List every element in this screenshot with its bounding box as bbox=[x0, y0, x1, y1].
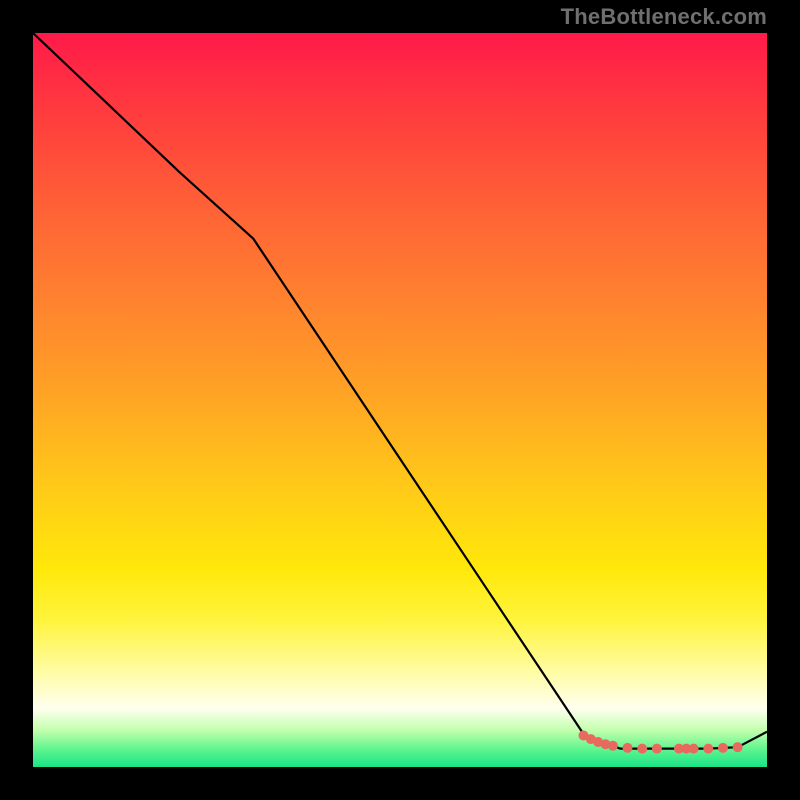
marker-point bbox=[637, 744, 647, 754]
watermark-label: TheBottleneck.com bbox=[561, 4, 767, 30]
bottleneck-curve bbox=[33, 33, 767, 749]
plot-area bbox=[33, 33, 767, 767]
marker-point bbox=[718, 743, 728, 753]
marker-point bbox=[652, 744, 662, 754]
marker-point bbox=[623, 743, 633, 753]
chart-svg bbox=[33, 33, 767, 767]
outer-frame: TheBottleneck.com bbox=[0, 0, 800, 800]
marker-point bbox=[608, 741, 618, 751]
marker-point bbox=[703, 744, 713, 754]
marker-group bbox=[579, 730, 743, 753]
marker-point bbox=[733, 742, 743, 752]
marker-point bbox=[689, 744, 699, 754]
curve-group bbox=[33, 33, 767, 749]
